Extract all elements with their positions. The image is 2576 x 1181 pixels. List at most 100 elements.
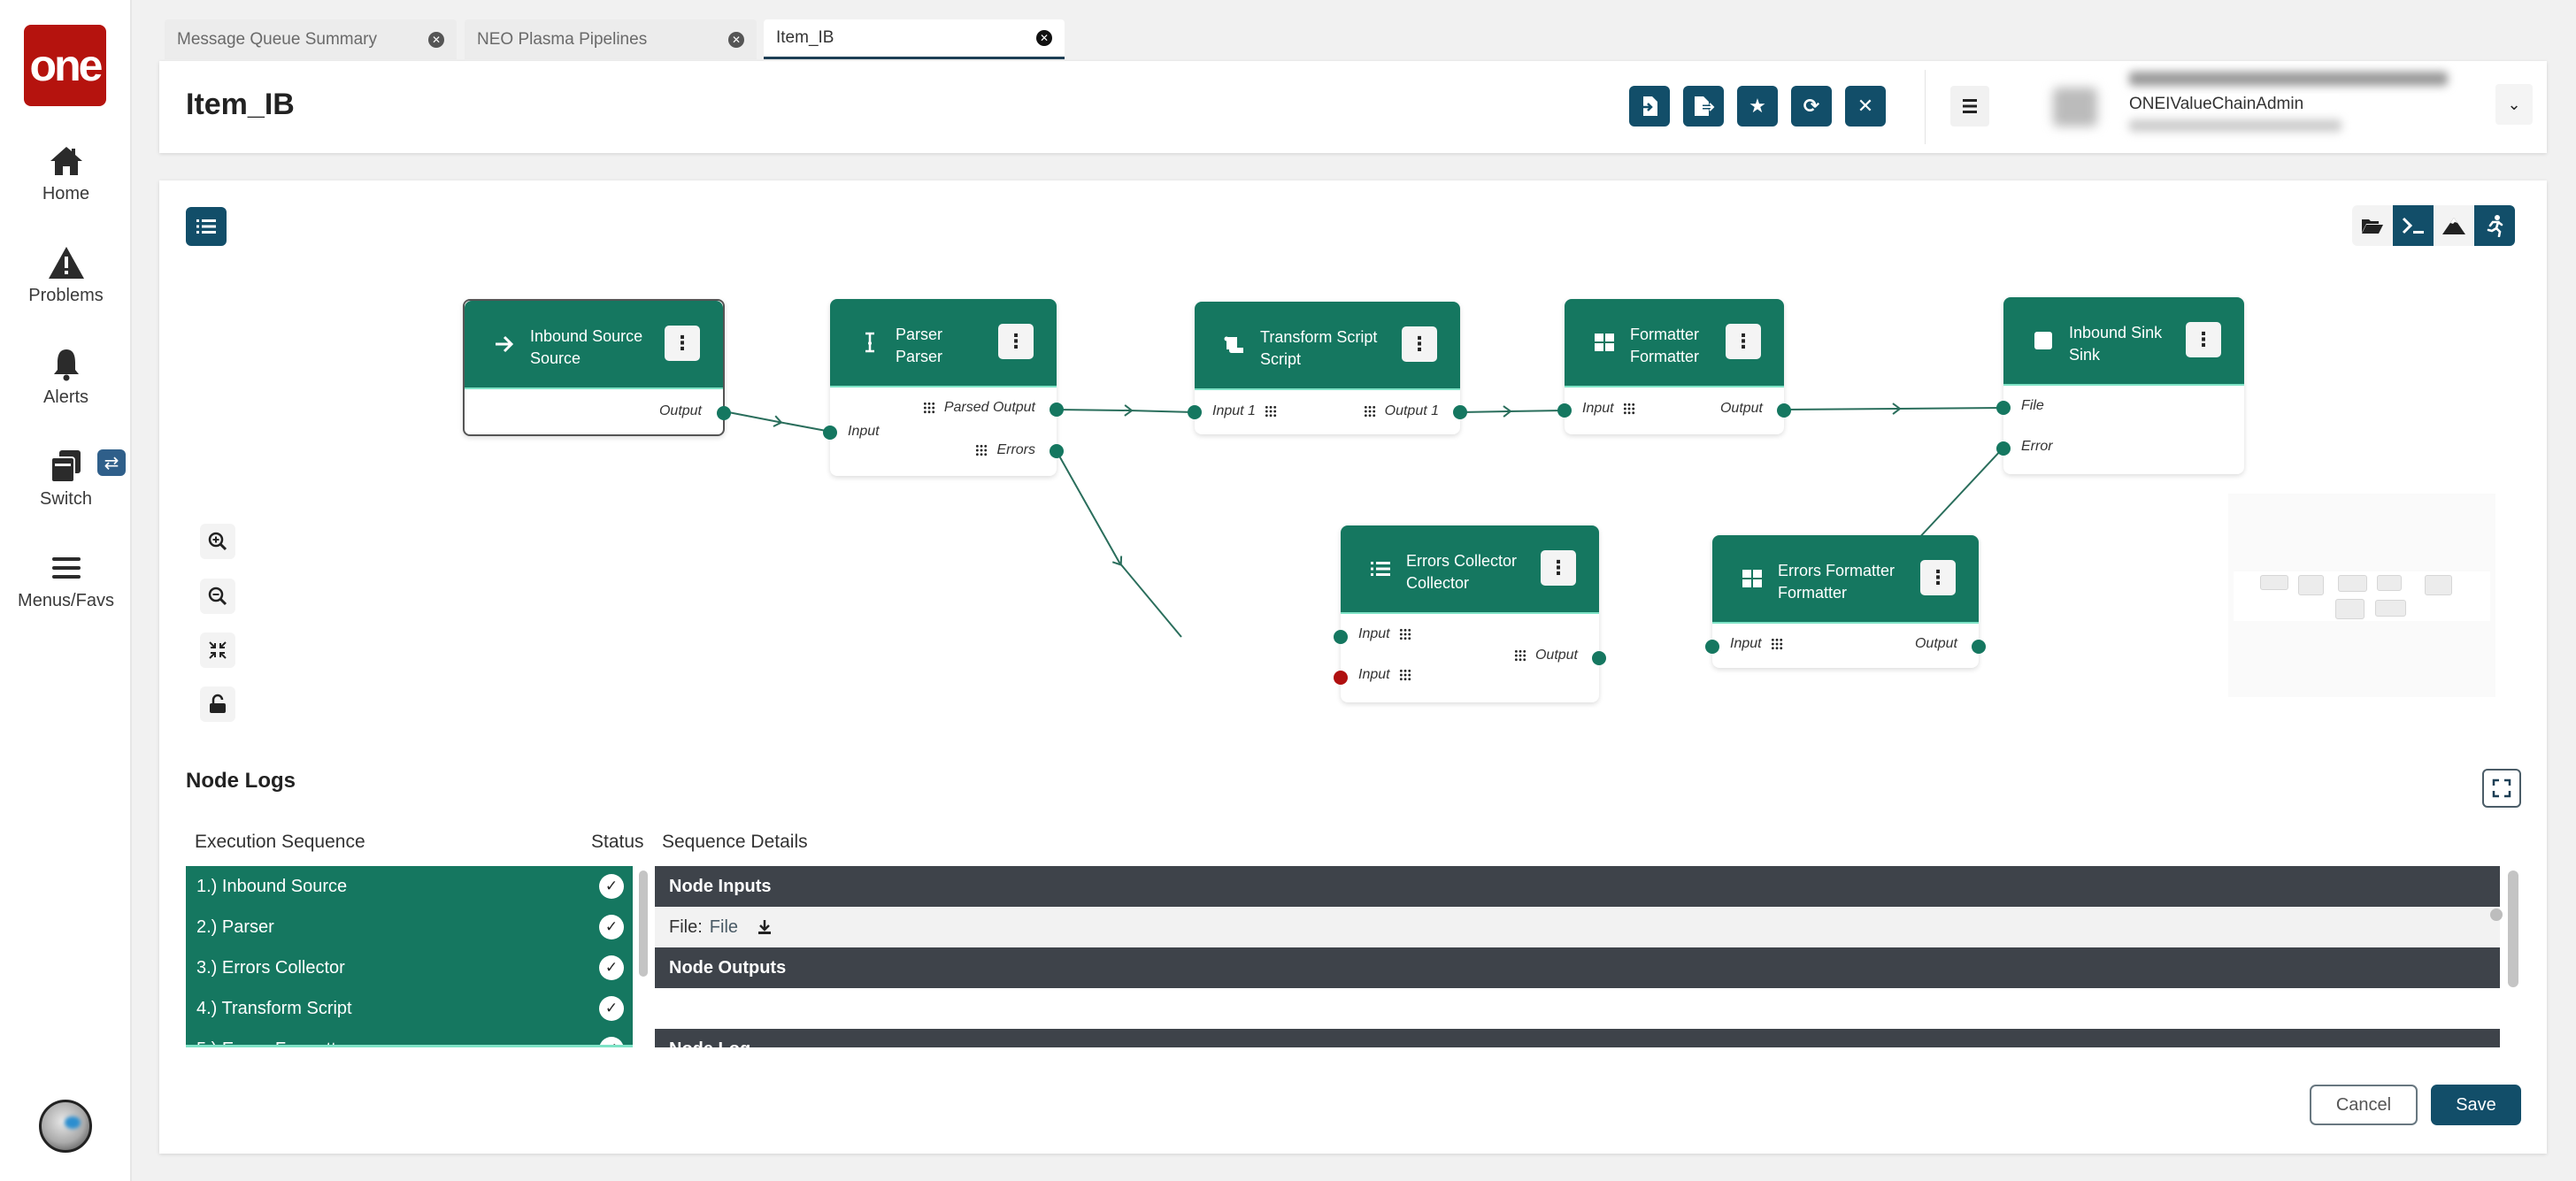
zoom-in-button[interactable]	[200, 524, 235, 559]
import-button[interactable]	[1629, 86, 1670, 127]
lock-toggle-button[interactable]	[200, 686, 235, 722]
fit-view-button[interactable]	[200, 633, 235, 668]
node-menu-button[interactable]: ⋮	[1402, 326, 1437, 362]
import-icon	[1641, 96, 1657, 116]
square-icon	[2030, 327, 2057, 354]
sidebar-item-problems[interactable]: Problems	[0, 243, 132, 306]
kebab-menu-icon: ⋮	[673, 332, 692, 354]
user-avatar-blurred	[2053, 88, 2097, 127]
user-name: ONEIValueChainAdmin	[2129, 95, 2340, 114]
zoom-out-button[interactable]	[200, 579, 235, 614]
node-formatter[interactable]: Formatter Formatter ⋮ Input Output	[1557, 299, 1791, 434]
input-port[interactable]	[1705, 640, 1719, 654]
node-header: Errors Collector Collector ⋮	[1341, 525, 1599, 614]
node-menu-button[interactable]: ⋮	[665, 326, 700, 361]
check-circle-icon: ✓	[599, 996, 624, 1021]
sidebar-item-home[interactable]: Home	[0, 142, 132, 204]
pipeline-canvas[interactable]: Inbound Source Source ⋮ Output Parser Pars…	[159, 180, 2547, 747]
node-menu-button[interactable]: ⋮	[1726, 324, 1761, 359]
file-label: File:	[669, 916, 703, 937]
expand-logs-button[interactable]	[2482, 769, 2521, 808]
node-errors-formatter[interactable]: Errors Formatter Formatter ⋮ Input Output	[1705, 535, 1986, 668]
user-avatar[interactable]	[39, 1100, 92, 1153]
export-button[interactable]	[1683, 86, 1724, 127]
sequence-item[interactable]: 1.) Inbound Source ✓	[186, 866, 633, 907]
app-logo[interactable]: one	[24, 25, 106, 106]
tab-message-queue-summary[interactable]: Message Queue Summary ✕	[165, 19, 457, 59]
details-scrollbar[interactable]	[2508, 870, 2518, 987]
output-port[interactable]	[1050, 403, 1064, 417]
close-icon: ✕	[1857, 95, 1874, 117]
download-icon[interactable]	[756, 918, 773, 936]
edge-parser-to-transform	[1056, 404, 1195, 417]
node-inbound-source[interactable]: Inbound Source Source ⋮ Output	[463, 299, 731, 436]
column-sequence-details: Sequence Details	[662, 832, 808, 852]
menu-button[interactable]	[1950, 86, 1989, 127]
input-port[interactable]	[823, 426, 837, 440]
grid-dots-icon	[1264, 405, 1277, 418]
tab-label: NEO Plasma Pipelines	[477, 29, 648, 49]
close-tab-icon[interactable]: ✕	[1036, 30, 1052, 46]
input-port[interactable]	[1996, 401, 2011, 415]
node-header: Transform Script Script ⋮	[1195, 302, 1460, 390]
node-header: Parser Parser ⋮	[830, 299, 1057, 387]
node-menu-button[interactable]: ⋮	[998, 324, 1034, 359]
cancel-button[interactable]: Cancel	[2310, 1085, 2418, 1125]
tab-label: Message Queue Summary	[177, 29, 377, 49]
refresh-icon: ⟳	[1803, 95, 1820, 117]
sidebar-item-menus-favs[interactable]: Menus/Favs	[0, 548, 132, 611]
output-port[interactable]	[1050, 444, 1064, 458]
output-port[interactable]	[1777, 403, 1791, 418]
node-errors-collector[interactable]: Errors Collector Collector ⋮ Input Input …	[1334, 525, 1606, 702]
port-input: Input	[1358, 626, 1411, 642]
input-port[interactable]	[1996, 441, 2011, 456]
node-transform-script[interactable]: Transform Script Script ⋮ Input 1 Output …	[1188, 302, 1467, 434]
node-outputs-body	[655, 988, 2500, 1029]
divider	[1925, 70, 1926, 144]
swap-arrows-icon[interactable]: ⇄	[97, 449, 126, 476]
canvas-minimap[interactable]	[2228, 494, 2495, 697]
node-inbound-sink[interactable]: Inbound Sink Sink ⋮ File Error	[1996, 297, 2244, 474]
zoom-out-icon	[208, 587, 227, 606]
sidebar-item-alerts[interactable]: Alerts	[0, 345, 132, 408]
node-menu-button[interactable]: ⋮	[1920, 560, 1956, 595]
sequence-item[interactable]: 4.) Transform Script ✓	[186, 988, 633, 1029]
hamburger-icon	[1963, 99, 1977, 113]
edge-transform-to-formatter	[1459, 405, 1565, 418]
input-port[interactable]	[1557, 403, 1572, 418]
input-port[interactable]	[1334, 630, 1348, 644]
sequence-item[interactable]: 2.) Parser ✓	[186, 907, 633, 947]
close-button[interactable]: ✕	[1845, 86, 1886, 127]
input-port[interactable]	[1188, 405, 1202, 419]
node-menu-button[interactable]: ⋮	[1541, 550, 1576, 586]
tab-item-ib[interactable]: Item_IB ✕	[764, 19, 1065, 59]
output-port[interactable]	[1453, 405, 1467, 419]
user-dropdown-button[interactable]: ⌄	[2495, 84, 2533, 125]
close-tab-icon[interactable]: ✕	[728, 31, 744, 48]
input-port-error[interactable]	[1334, 671, 1348, 685]
sequence-scrollbar[interactable]	[639, 870, 648, 977]
output-port[interactable]	[1592, 651, 1606, 665]
sequence-item[interactable]: 5.) Errors Formatter✓	[186, 1029, 633, 1045]
favorite-button[interactable]: ★	[1737, 86, 1778, 127]
tab-neo-plasma-pipelines[interactable]: NEO Plasma Pipelines ✕	[465, 19, 757, 59]
node-log-header: Node Log	[655, 1029, 2500, 1047]
save-button[interactable]: Save	[2431, 1085, 2521, 1125]
minimap-node	[2335, 599, 2365, 619]
grid-icon	[1591, 329, 1618, 356]
node-title: Transform Script Script	[1260, 328, 1378, 368]
output-port[interactable]	[1972, 640, 1986, 654]
output-port[interactable]	[717, 406, 731, 420]
sequence-item[interactable]: 3.) Errors Collector ✓	[186, 947, 633, 988]
column-status: Status	[591, 832, 644, 852]
close-tab-icon[interactable]: ✕	[428, 31, 444, 48]
pipeline-editor: Inbound Source Source ⋮ Output Parser Pars…	[159, 180, 2547, 1154]
list-icon	[1367, 556, 1394, 582]
node-menu-button[interactable]: ⋮	[2186, 322, 2221, 357]
refresh-button[interactable]: ⟳	[1791, 86, 1832, 127]
node-header: Inbound Source Source ⋮	[465, 301, 723, 389]
edge-parser-errors-to-collector	[1056, 450, 1182, 638]
node-parser[interactable]: Parser Parser ⋮ Input Parsed Output Error…	[823, 299, 1064, 476]
check-circle-icon: ✓	[599, 915, 624, 939]
grid-dots-icon	[1398, 628, 1411, 640]
